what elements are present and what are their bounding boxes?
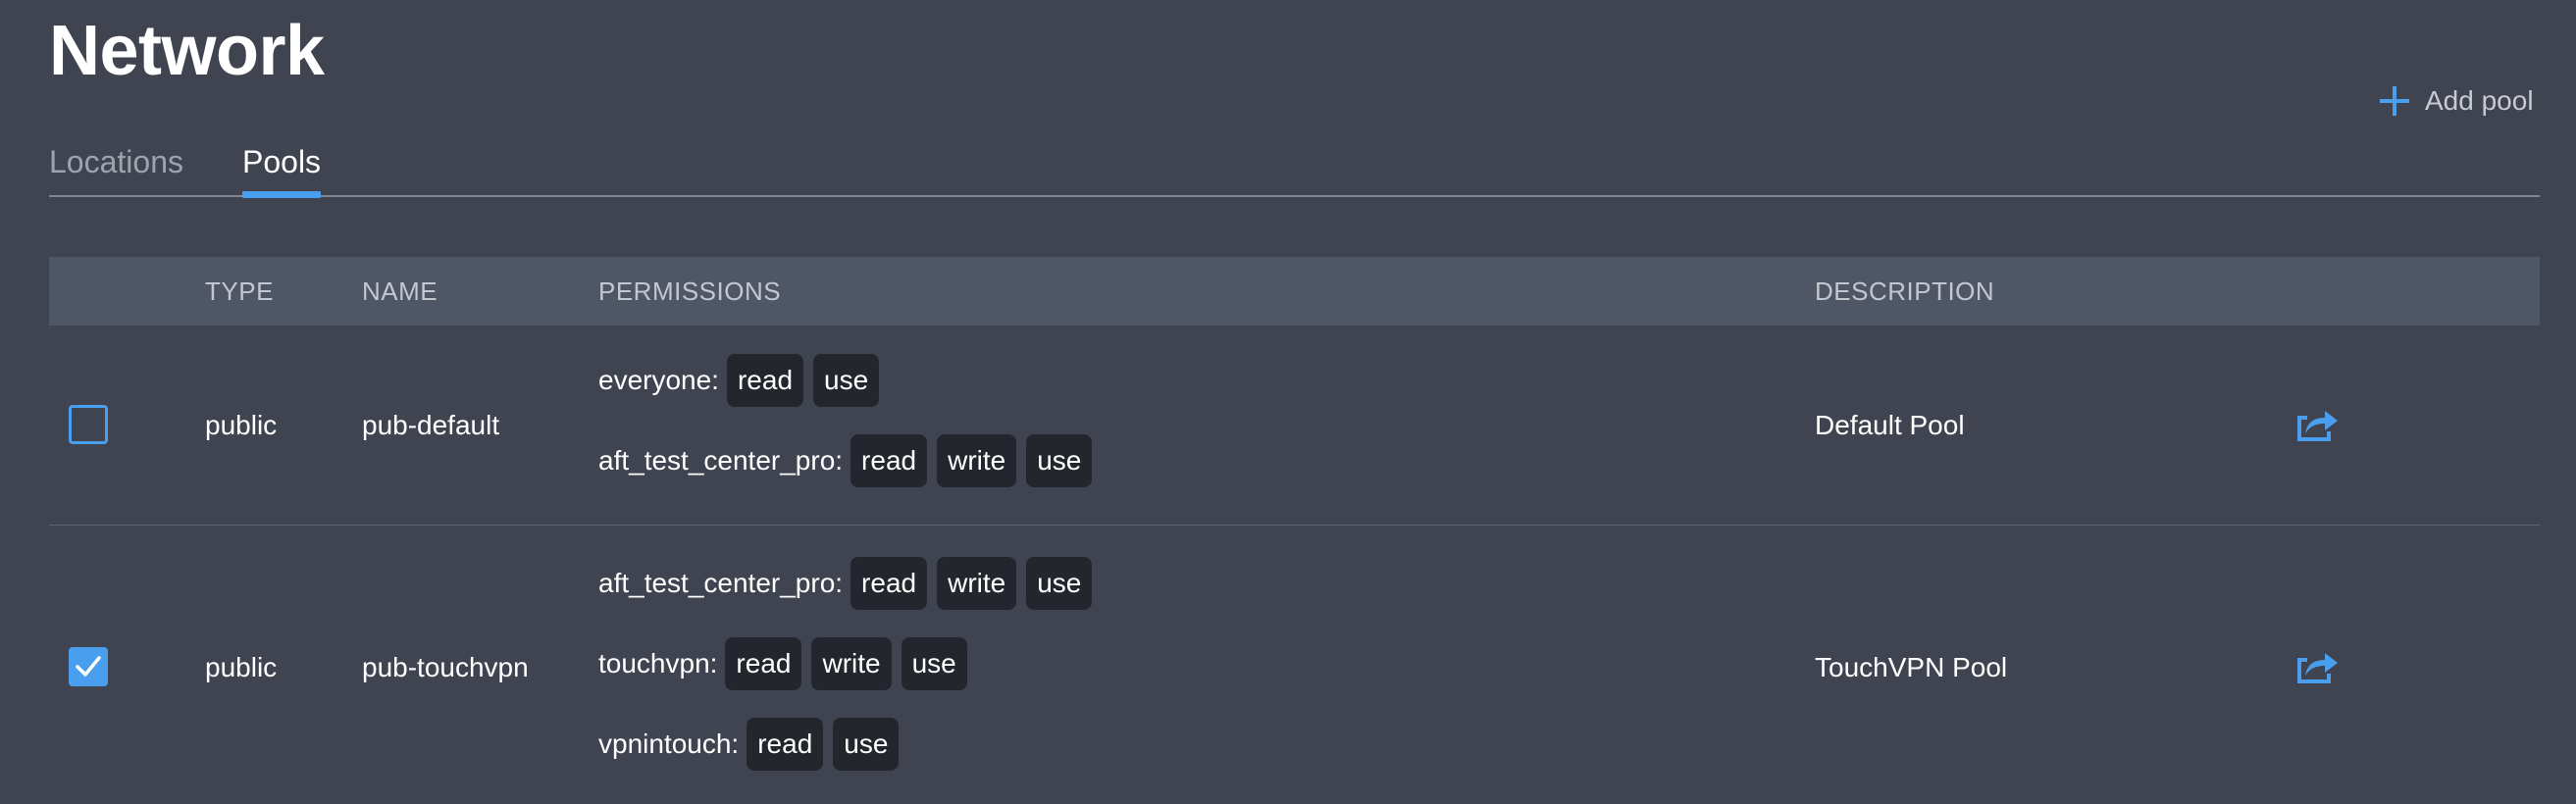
permission-badge: read [725, 637, 802, 690]
pool-description: TouchVPN Pool [1815, 652, 2008, 682]
column-header-type: TYPE [205, 276, 274, 306]
row-checkbox[interactable] [69, 647, 108, 686]
column-header-permissions: PERMISSIONS [598, 276, 782, 306]
column-header-name: NAME [362, 276, 438, 306]
permission-entity: vpnintouch: [598, 729, 740, 759]
permission-badge: use [1026, 557, 1093, 610]
row-checkbox[interactable] [69, 405, 108, 444]
permission-badge: write [937, 434, 1017, 487]
permission-entity: aft_test_center_pro: [598, 445, 844, 476]
pool-type: public [205, 652, 278, 682]
table-row: public pub-default everyone: read use af… [49, 326, 2540, 526]
checkmark-icon [76, 656, 101, 677]
permission-line: aft_test_center_pro: read write use [598, 433, 1102, 488]
permission-line: everyone: read use [598, 353, 889, 408]
add-pool-label: Add pool [2425, 85, 2534, 116]
pool-type: public [205, 410, 278, 440]
permission-entity: touchvpn: [598, 648, 718, 678]
permission-line: aft_test_center_pro: read write use [598, 556, 1102, 611]
network-page: Network Add pool Locations Pools TYPE NA… [0, 0, 2576, 804]
permission-entity: everyone: [598, 365, 719, 395]
add-pool-button[interactable]: Add pool [2378, 84, 2534, 118]
permission-line: touchvpn: read write use [598, 636, 977, 691]
pool-description: Default Pool [1815, 410, 1965, 440]
table-row: public pub-touchvpn aft_test_center_pro:… [49, 527, 2540, 804]
share-icon[interactable] [2293, 646, 2339, 685]
permission-badge: write [937, 557, 1017, 610]
table-header: TYPE NAME PERMISSIONS DESCRIPTION [49, 257, 2540, 326]
share-icon[interactable] [2293, 404, 2339, 443]
permission-badge: read [850, 557, 928, 610]
permission-badge: use [833, 718, 900, 771]
permission-badge: read [747, 718, 824, 771]
tab-pools[interactable]: Pools [242, 140, 322, 198]
permission-badge: read [850, 434, 928, 487]
plus-icon [2380, 86, 2409, 116]
permission-badge: use [1026, 434, 1093, 487]
permission-badge: read [726, 354, 804, 407]
tab-bar: Locations Pools [49, 132, 2540, 198]
permission-badge: use [901, 637, 967, 690]
pool-name: pub-default [362, 410, 500, 440]
tab-locations[interactable]: Locations [49, 140, 183, 183]
permission-entity: aft_test_center_pro: [598, 568, 844, 598]
page-title: Network [49, 12, 325, 90]
permission-badge: use [813, 354, 880, 407]
permission-line: vpnintouch: read use [598, 717, 908, 772]
column-header-description: DESCRIPTION [1815, 276, 1995, 306]
permission-badge: write [811, 637, 892, 690]
pool-name: pub-touchvpn [362, 652, 529, 682]
